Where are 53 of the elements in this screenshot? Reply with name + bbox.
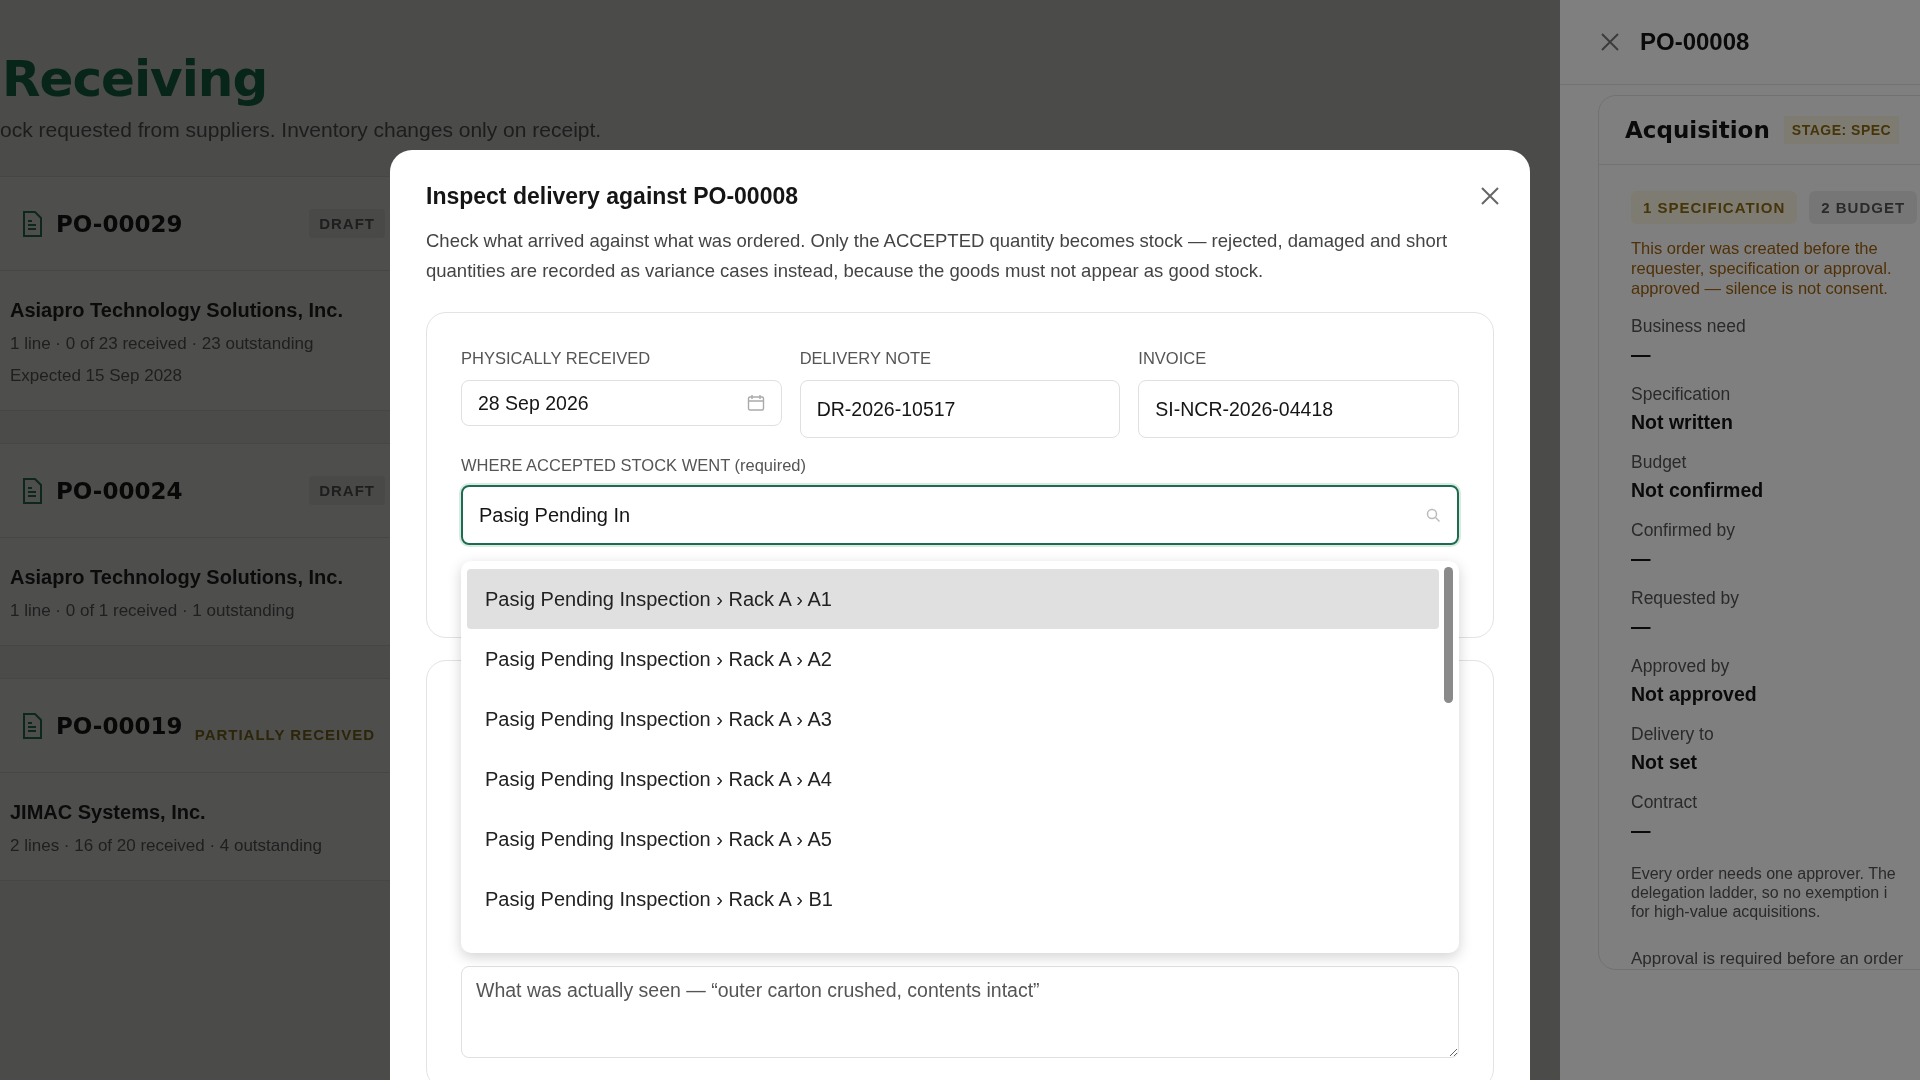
warning-text: requester, specification or approval. xyxy=(1631,258,1893,278)
search-icon xyxy=(1426,507,1441,523)
field-label: Approved by xyxy=(1631,656,1731,677)
field-value: Not set xyxy=(1631,751,1699,774)
location-search-field[interactable]: Pasig Pending In xyxy=(461,485,1459,545)
field-label: Budget xyxy=(1631,452,1688,473)
field-value: — xyxy=(1631,343,1652,366)
field-label: Business need xyxy=(1631,316,1747,337)
order-number: PO-00019 xyxy=(56,712,184,739)
field-label: Confirmed by xyxy=(1631,520,1737,541)
location-option[interactable]: Pasig Pending Inspection › Rack A › A1 xyxy=(467,569,1439,629)
order-number: PO-00029 xyxy=(56,210,184,237)
field-label: Contract xyxy=(1631,792,1699,813)
status-label: PARTIALLY RECEIVED xyxy=(193,725,376,745)
field-label: DELIVERY NOTE xyxy=(799,349,933,368)
field-value: Not written xyxy=(1631,411,1734,434)
scrollbar-thumb[interactable] xyxy=(1444,567,1453,703)
warning-text: approved — silence is not consent. xyxy=(1631,278,1889,298)
field-value: Not confirmed xyxy=(1631,479,1765,502)
input-field[interactable]: DR-2026-10517 xyxy=(799,380,1121,438)
field-label: Specification xyxy=(1631,384,1732,405)
field-value: — xyxy=(1631,819,1652,842)
page-title: Receiving xyxy=(2,50,269,108)
warning-text: This order was created before the xyxy=(1631,238,1879,258)
document-icon xyxy=(22,210,42,237)
document-icon xyxy=(22,712,42,739)
notes-field[interactable]: What was actually seen — “outer carton crushed, contents intact” xyxy=(461,966,1459,1058)
field-label: INVOICE xyxy=(1138,349,1208,368)
dialog-description: Check what arrived against what was ordered. Only the ACCEPTED quantity becomes stock — rejected, damaged and short quantities are recorded as variance cases instead, because the goods must not appear as good stock. xyxy=(426,229,1449,283)
input-field[interactable]: SI-NCR-2026-04418 xyxy=(1138,380,1459,438)
order-number: PO-00024 xyxy=(56,477,184,504)
field-value: — xyxy=(1631,615,1652,638)
drawer-title: PO-00008 xyxy=(1640,28,1750,56)
supplier-name: Asiapro Technology Solutions, Inc. xyxy=(10,566,344,589)
dialog-title: Inspect delivery against PO-00008 xyxy=(426,182,798,210)
calendar-icon xyxy=(746,394,765,412)
field-value: — xyxy=(1631,547,1652,570)
field-label: PHYSICALLY RECEIVED xyxy=(461,349,652,368)
note-text: Every order needs one approver. The xyxy=(1631,864,1897,883)
supplier-name: Asiapro Technology Solutions, Inc. xyxy=(10,299,344,322)
note-text: for high-value acquisitions. xyxy=(1631,902,1822,921)
stage-badge: STAGE: SPEC xyxy=(1783,116,1900,144)
note-text: delegation ladder, so no exemption i xyxy=(1631,883,1889,902)
field-label: WHERE ACCEPTED STOCK WENT (required) xyxy=(461,456,808,475)
footer-text: Approval is required before an order xyxy=(1631,949,1905,969)
field-label: Requested by xyxy=(1631,588,1740,609)
date-field[interactable]: 28 Sep 2026 xyxy=(461,380,782,426)
field-label: Delivery to xyxy=(1631,724,1715,745)
document-icon xyxy=(22,477,42,504)
section-title: Acquisition xyxy=(1625,117,1770,143)
supplier-name: JIMAC Systems, Inc. xyxy=(10,801,207,824)
close-icon[interactable] xyxy=(1600,32,1620,52)
field-value: Not approved xyxy=(1631,683,1758,706)
